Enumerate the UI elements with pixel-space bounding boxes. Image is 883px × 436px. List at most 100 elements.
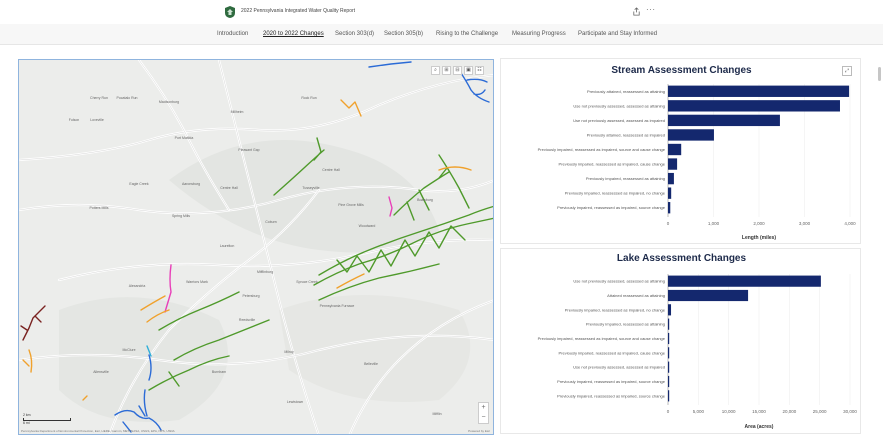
map-place-label: Millheim (230, 110, 244, 114)
stream-segment[interactable] (438, 154, 470, 209)
x-tick-label: 15,000 (752, 409, 766, 414)
map-place-label: Boalsburg (417, 198, 433, 202)
bar[interactable] (668, 275, 821, 287)
category-label: Previously impaired, reassessed as impai… (565, 307, 666, 312)
category-label: Attained reassessed as attaining (607, 293, 665, 298)
bar[interactable] (668, 347, 670, 359)
map-place-label: Milroy (284, 350, 294, 354)
road (57, 238, 493, 282)
bar[interactable] (668, 289, 749, 302)
map-place-label: Pocatalo Run (116, 96, 138, 100)
bar[interactable] (668, 202, 671, 214)
map-place-label: Mifflinburg (256, 270, 274, 274)
bar[interactable] (668, 143, 682, 156)
map-place-label: Pleasant Gap (238, 148, 260, 152)
category-label: Previously impaired, reassessed as attai… (586, 176, 665, 181)
map-canvas[interactable] (19, 60, 494, 435)
app-header: 2022 Pennsylvania Integrated Water Quali… (0, 0, 883, 24)
x-tick-label: 0 (667, 409, 670, 414)
stream-segment[interactable] (336, 273, 365, 289)
bar[interactable] (668, 100, 840, 112)
lake-chart-panel: Lake Assessment Changes 0 5,000 10,000 15,0… (500, 248, 861, 434)
map-search-icon[interactable]: ⌕ (431, 66, 440, 75)
bar[interactable] (668, 304, 672, 316)
map-grid-icon[interactable]: ☷ (475, 66, 484, 75)
nav-introduction[interactable]: Introduction (217, 31, 248, 37)
map-place-label: Loveville (90, 118, 104, 122)
map-place-label: Rock Run (301, 96, 317, 100)
stream-segment[interactable] (318, 263, 440, 301)
map-place-label: Port Matilda (174, 136, 194, 140)
x-tick-label: 20,000 (782, 409, 796, 414)
category-label: Previously impaired, reassessed as impai… (565, 191, 666, 196)
share-icon[interactable] (632, 7, 641, 16)
map-place-label: Lewistown (286, 400, 304, 404)
bar[interactable] (668, 375, 670, 388)
bar[interactable] (668, 390, 670, 402)
zoom-in-button[interactable]: + (479, 403, 488, 413)
zoom-out-button[interactable]: − (479, 413, 488, 423)
map-place-label: Fulson (68, 118, 80, 122)
category-label: Previously impaired, reassessed as impai… (557, 393, 666, 398)
category-label: Use not previously assessed, assessed as… (573, 279, 665, 284)
nav-measuring-progress[interactable]: Measuring Progress (512, 31, 566, 37)
bar[interactable] (668, 114, 780, 127)
map-place-label: Woodward (358, 224, 376, 228)
powered-by-esri[interactable]: Powered by Esri (468, 429, 490, 433)
road-center (58, 239, 493, 281)
map-place-label: Burnham (211, 370, 227, 374)
bar[interactable] (668, 158, 678, 170)
map-place-label: Pine Grove Mills (338, 203, 364, 207)
x-tick-label: 1,000 (708, 221, 720, 226)
category-label: Previously impaired, reassessed as attai… (586, 322, 665, 327)
x-tick-label: 2,000 (753, 221, 765, 226)
category-label: Previously attained, reassessed as attai… (587, 89, 665, 94)
bar[interactable] (668, 172, 674, 185)
bar[interactable] (668, 129, 714, 141)
nav-section-303d[interactable]: Section 303(d) (335, 31, 374, 37)
map-place-label: Laurelton (219, 244, 235, 248)
page-scrollbar[interactable] (878, 67, 881, 81)
nav-section-305b[interactable]: Section 305(b) (384, 31, 423, 37)
stream-segment[interactable] (20, 305, 46, 341)
map-place-label: Reedsville (238, 318, 256, 322)
category-label: Use not previously assessed, assessed as… (573, 365, 665, 370)
bar[interactable] (668, 318, 670, 330)
map-place-label: Coburn (265, 220, 277, 224)
x-tick-label: 0 (667, 221, 670, 226)
bar[interactable] (668, 187, 672, 199)
water-quality-map[interactable]: Cherry Run Pocatalo Run Madisonburg Millhei… (18, 59, 494, 435)
category-label: Previously attained, reassessed as impai… (587, 132, 665, 137)
map-layers-icon[interactable]: ⊞ (442, 66, 451, 75)
stream-segment[interactable] (438, 166, 472, 171)
x-tick-label: 25,000 (813, 409, 827, 414)
more-options-icon[interactable]: ··· (646, 5, 656, 14)
x-axis-label: Area (acres) (745, 424, 774, 430)
map-place-label: Madisonburg (158, 100, 180, 104)
scale-bottom-label: 6 mi (23, 421, 30, 425)
x-tick-label: 5,000 (693, 409, 705, 414)
bar[interactable] (668, 85, 850, 97)
map-scale-bar: 2 km 6 mi (23, 413, 73, 426)
map-basemap-icon[interactable]: ▣ (464, 66, 473, 75)
map-place-label: Cherry Run (90, 96, 108, 100)
map-place-label: Petersburg (242, 294, 260, 298)
category-label: Use not previously assessed, assessed as… (573, 103, 665, 108)
nav-2020-to-2022-changes[interactable]: 2020 to 2022 Changes (263, 31, 324, 37)
category-label: Previously impaired, reassessed as impai… (538, 336, 666, 341)
pennsylvania-logo-icon (225, 6, 235, 18)
nav-rising-to-the-challenge[interactable]: Rising to the Challenge (436, 31, 498, 37)
category-label: Previously impaired, reassessed as impai… (557, 205, 666, 210)
map-legend-icon[interactable]: ⊟ (453, 66, 462, 75)
bar[interactable] (668, 332, 670, 345)
section-nav: Introduction 2020 to 2022 Changes Sectio… (0, 24, 883, 45)
map-place-label: Centre Hall (322, 168, 340, 172)
stream-chart-svg: 0 1,000 2,000 3,000 4,000 Previously attained… (538, 84, 856, 241)
map-place-label: Spruce Creek (296, 280, 318, 284)
map-place-label: Allensville (93, 370, 109, 374)
bar[interactable] (668, 361, 670, 373)
stream-segment[interactable] (22, 349, 33, 373)
nav-participate-and-stay-informed[interactable]: Participate and Stay Informed (578, 31, 657, 37)
map-place-label: Spring Mills (171, 214, 191, 218)
stream-segment[interactable] (368, 61, 412, 68)
